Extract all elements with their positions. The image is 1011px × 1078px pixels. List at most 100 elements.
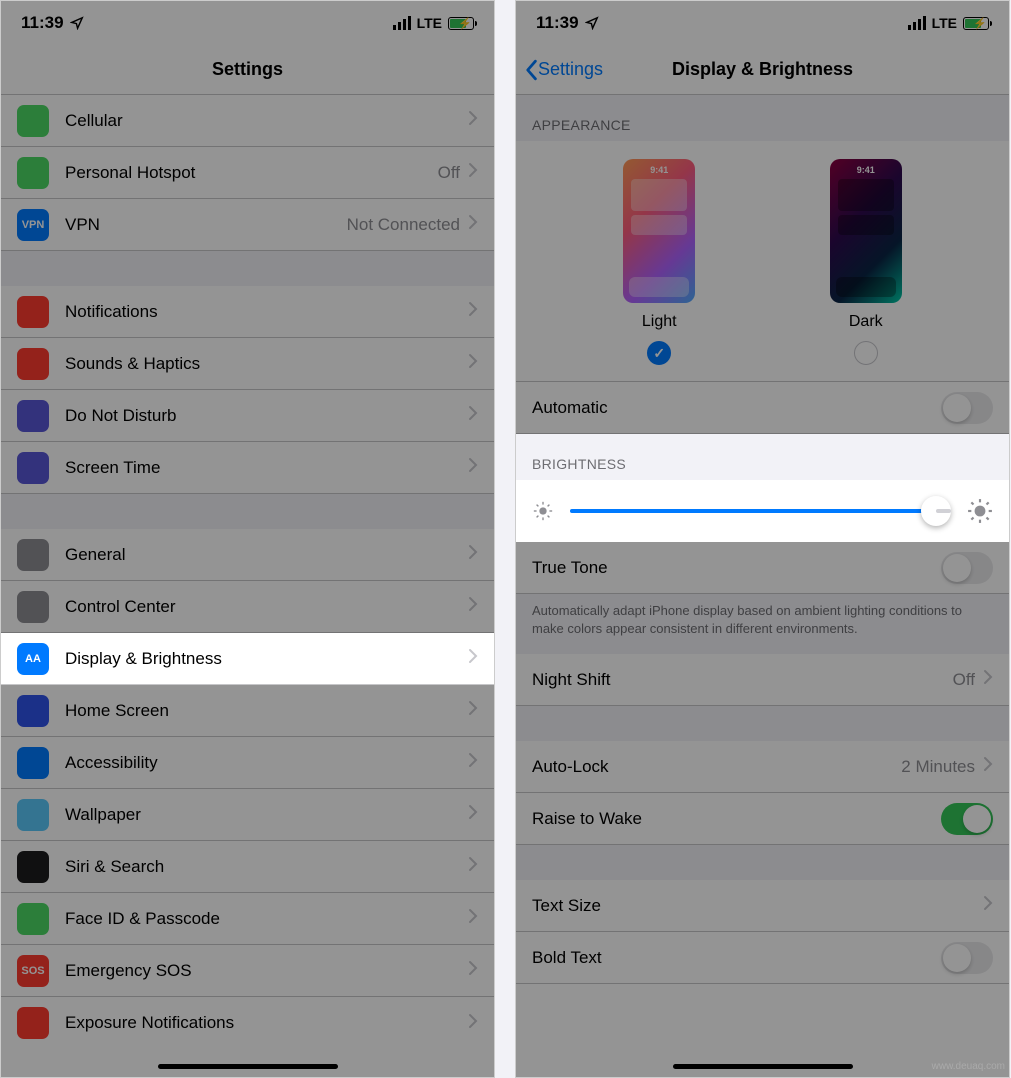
automatic-row[interactable]: Automatic (516, 382, 1009, 434)
settings-row-cellular[interactable]: Cellular (1, 95, 494, 147)
chevron-right-icon (468, 648, 478, 669)
app-icon (17, 591, 49, 623)
signal-icon (393, 16, 411, 30)
brightness-slider[interactable] (570, 509, 951, 513)
app-icon (17, 539, 49, 571)
raise-to-wake-toggle[interactable] (941, 803, 993, 835)
row-label: Do Not Disturb (65, 406, 468, 426)
dark-label: Dark (830, 313, 902, 331)
settings-row-home-screen[interactable]: Home Screen (1, 685, 494, 737)
text-size-row[interactable]: Text Size (516, 880, 1009, 932)
app-icon (17, 296, 49, 328)
watermark: www.deuaq.com (932, 1061, 1005, 1072)
chevron-right-icon (468, 353, 478, 374)
app-icon (17, 157, 49, 189)
settings-row-sounds-haptics[interactable]: Sounds & Haptics (1, 338, 494, 390)
light-preview: 9:41 (623, 159, 695, 303)
bold-text-row[interactable]: Bold Text (516, 932, 1009, 984)
settings-row-wallpaper[interactable]: Wallpaper (1, 789, 494, 841)
true-tone-toggle[interactable] (941, 552, 993, 584)
chevron-right-icon (468, 856, 478, 877)
settings-screen: 11:39 LTE ⚡ Settings CellularPersonal Ho… (0, 0, 495, 1078)
nav-bar: Settings Display & Brightness (516, 45, 1009, 95)
row-value: Not Connected (347, 215, 460, 235)
location-icon (585, 16, 599, 30)
home-indicator (158, 1064, 338, 1069)
appearance-selector: 9:41 Light 9:41 Dark (516, 141, 1009, 382)
row-label: Siri & Search (65, 857, 468, 877)
settings-row-emergency-sos[interactable]: SOSEmergency SOS (1, 945, 494, 997)
row-label: Home Screen (65, 701, 468, 721)
back-button[interactable]: Settings (524, 59, 603, 81)
settings-row-do-not-disturb[interactable]: Do Not Disturb (1, 390, 494, 442)
true-tone-row[interactable]: True Tone (516, 542, 1009, 594)
appearance-dark-option[interactable]: 9:41 Dark (830, 159, 902, 365)
app-icon (17, 851, 49, 883)
chevron-left-icon (524, 59, 538, 81)
row-label: Display & Brightness (65, 649, 468, 669)
light-radio[interactable] (647, 341, 671, 365)
settings-row-face-id-passcode[interactable]: Face ID & Passcode (1, 893, 494, 945)
location-icon (70, 16, 84, 30)
row-label: Personal Hotspot (65, 163, 438, 183)
app-icon: VPN (17, 209, 49, 241)
brightness-slider-row (516, 480, 1009, 542)
settings-row-general[interactable]: General (1, 529, 494, 581)
chevron-right-icon (468, 214, 478, 235)
light-label: Light (623, 313, 695, 331)
chevron-right-icon (983, 895, 993, 916)
night-shift-row[interactable]: Night Shift Off (516, 654, 1009, 706)
chevron-right-icon (468, 544, 478, 565)
sun-large-icon (967, 498, 993, 524)
app-icon (17, 452, 49, 484)
settings-row-siri-search[interactable]: Siri & Search (1, 841, 494, 893)
chevron-right-icon (468, 960, 478, 981)
settings-list: CellularPersonal HotspotOffVPNVPNNot Con… (1, 95, 494, 1049)
settings-row-personal-hotspot[interactable]: Personal HotspotOff (1, 147, 494, 199)
chevron-right-icon (468, 596, 478, 617)
settings-row-display-brightness[interactable]: AADisplay & Brightness (1, 633, 494, 685)
auto-lock-row[interactable]: Auto-Lock 2 Minutes (516, 741, 1009, 793)
row-label: General (65, 545, 468, 565)
display-brightness-screen: 11:39 LTE ⚡ Settings Display & Brightnes… (515, 0, 1010, 1078)
back-label: Settings (538, 59, 603, 80)
bold-text-toggle[interactable] (941, 942, 993, 974)
app-icon (17, 348, 49, 380)
row-label: Notifications (65, 302, 468, 322)
row-value: Off (438, 163, 460, 183)
row-label: Face ID & Passcode (65, 909, 468, 929)
row-label: VPN (65, 215, 347, 235)
settings-row-screen-time[interactable]: Screen Time (1, 442, 494, 494)
carrier-label: LTE (417, 15, 442, 31)
row-label: Exposure Notifications (65, 1013, 468, 1033)
raise-to-wake-row[interactable]: Raise to Wake (516, 793, 1009, 845)
status-time: 11:39 (536, 13, 579, 33)
home-indicator (673, 1064, 853, 1069)
row-label: Sounds & Haptics (65, 354, 468, 374)
chevron-right-icon (983, 669, 993, 690)
settings-row-control-center[interactable]: Control Center (1, 581, 494, 633)
status-bar: 11:39 LTE ⚡ (1, 1, 494, 45)
app-icon (17, 903, 49, 935)
settings-row-exposure-notifications[interactable]: Exposure Notifications (1, 997, 494, 1049)
chevron-right-icon (468, 804, 478, 825)
chevron-right-icon (468, 301, 478, 322)
row-label: Accessibility (65, 753, 468, 773)
settings-row-vpn[interactable]: VPNVPNNot Connected (1, 199, 494, 251)
chevron-right-icon (468, 405, 478, 426)
chevron-right-icon (468, 110, 478, 131)
appearance-light-option[interactable]: 9:41 Light (623, 159, 695, 365)
slider-thumb[interactable] (921, 496, 951, 526)
automatic-toggle[interactable] (941, 392, 993, 424)
settings-row-notifications[interactable]: Notifications (1, 286, 494, 338)
carrier-label: LTE (932, 15, 957, 31)
app-icon (17, 799, 49, 831)
true-tone-footer: Automatically adapt iPhone display based… (516, 594, 1009, 654)
status-bar: 11:39 LTE ⚡ (516, 1, 1009, 45)
chevron-right-icon (468, 1013, 478, 1034)
battery-icon: ⚡ (963, 17, 989, 30)
sun-small-icon (532, 500, 554, 522)
dark-radio[interactable] (854, 341, 878, 365)
app-icon (17, 400, 49, 432)
settings-row-accessibility[interactable]: Accessibility (1, 737, 494, 789)
